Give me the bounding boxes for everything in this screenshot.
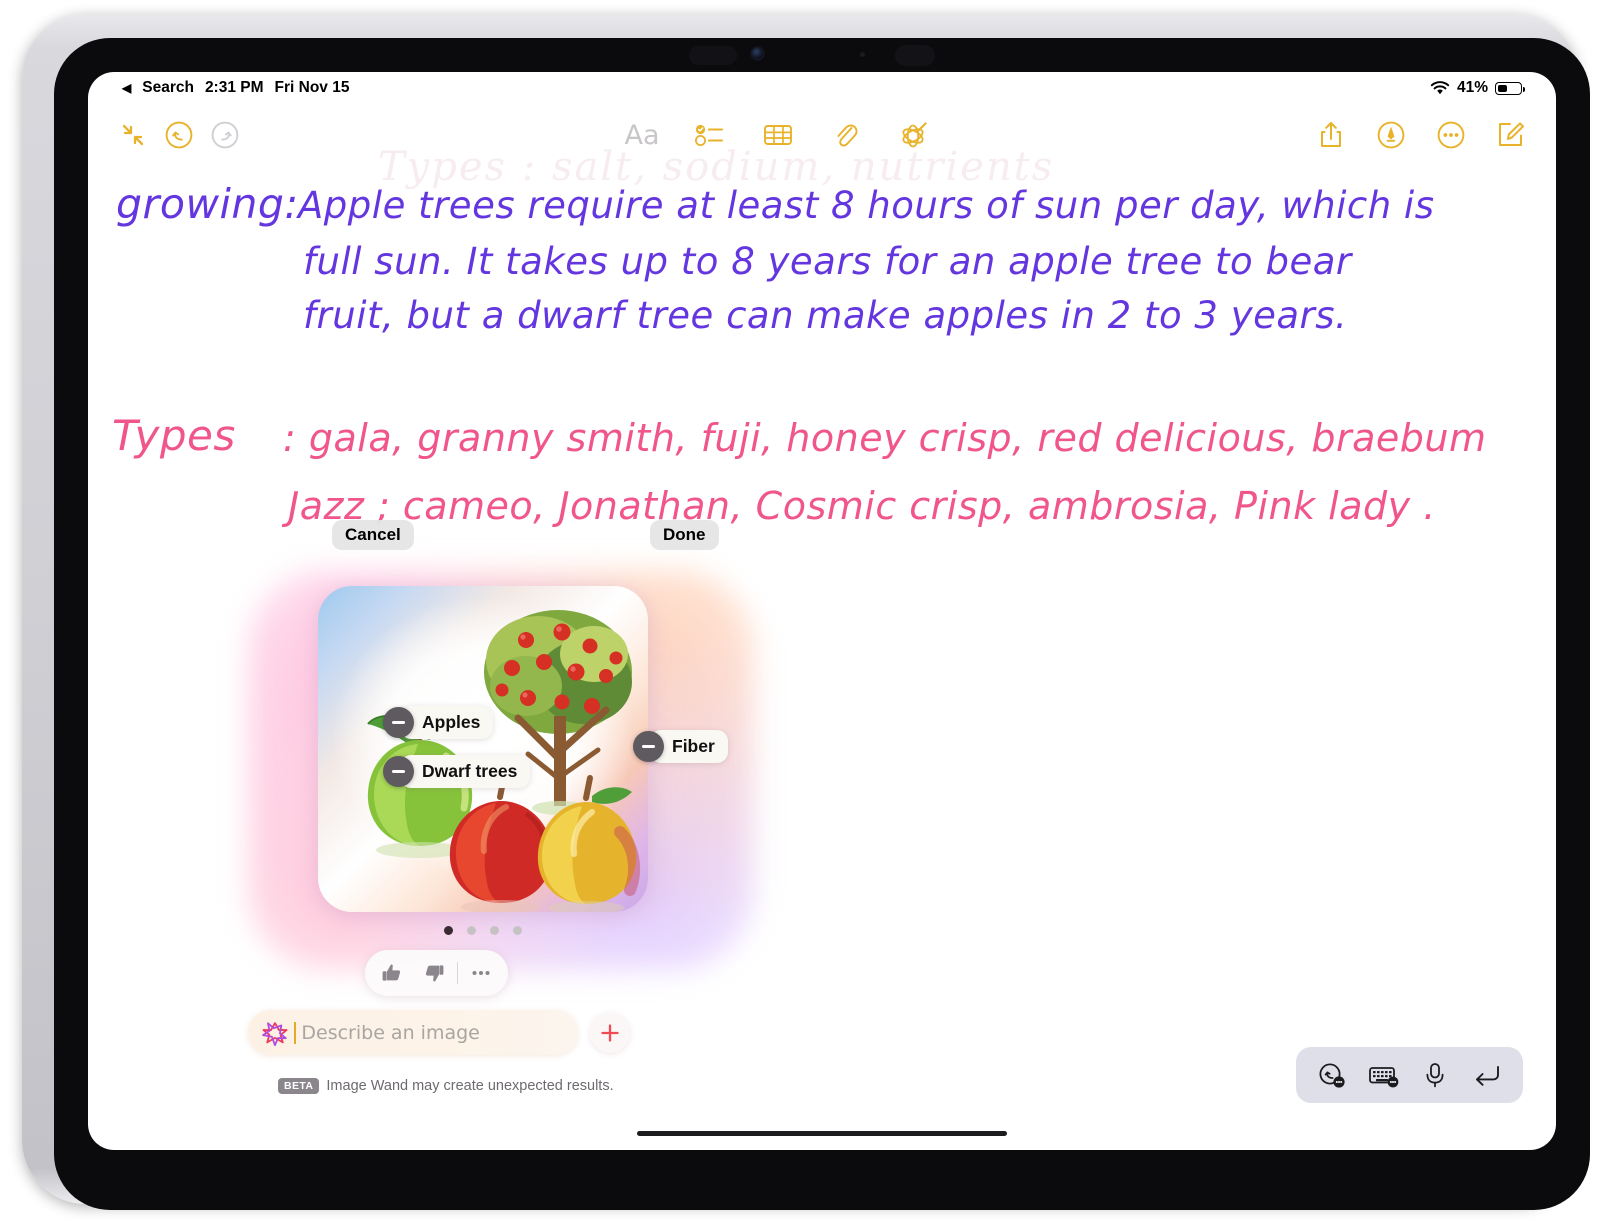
share-icon[interactable] [1308,112,1354,158]
back-caret-icon: ◀ [122,81,132,95]
add-button[interactable] [590,1012,630,1053]
toolbar-right-group [1308,112,1534,158]
page-dot[interactable] [513,926,522,935]
minus-circle-icon[interactable] [383,756,414,787]
tag-label: Apples [400,706,494,739]
ellipsis-icon[interactable] [1428,112,1474,158]
tag-chip-dwarf-trees[interactable]: Dwarf trees [383,755,531,788]
tag-label: Dwarf trees [400,755,531,788]
feedback-bar [365,950,508,996]
front-sensor-blur-right [895,45,935,66]
wifi-icon [1430,80,1450,94]
image-wand-icon[interactable] [891,112,937,158]
prompt-row: Describe an image [248,1010,630,1055]
minus-circle-icon[interactable] [633,731,664,762]
note-heading-types: Types [112,411,236,460]
status-time: 2:31 PM [204,79,264,96]
beta-disclaimer-text: Image Wand may create unexpected results… [326,1078,614,1094]
status-bar: ◀ Search 2:31 PM Fri Nov 15 41% [88,72,1556,104]
home-indicator[interactable] [637,1131,1007,1136]
table-icon[interactable] [755,112,801,158]
ambient-sensor-icon [860,52,865,57]
notes-toolbar: Aa [88,104,1556,166]
describe-image-placeholder: Describe an image [301,1021,480,1044]
note-line-growing-1: Apple trees require at least 8 hours of … [298,184,1435,227]
page-dot[interactable] [490,926,499,935]
describe-image-input[interactable]: Describe an image [248,1010,578,1055]
dismiss-return-icon[interactable] [1466,1054,1508,1096]
front-camera-icon [752,48,763,59]
handwriting-toolbar [1296,1047,1523,1103]
beta-badge: BETA [278,1078,320,1094]
cancel-button[interactable]: Cancel [332,520,414,550]
status-bar-left: ◀ Search 2:31 PM Fri Nov 15 [122,79,349,97]
image-wand-panel: Apples Dwarf trees Fiber Describe an ima… [248,570,754,1130]
page-dot[interactable] [467,926,476,935]
ipad-device-frame: ◀ Search 2:31 PM Fri Nov 15 41% Types : … [22,14,1590,1210]
keyboard-icon[interactable] [1363,1054,1405,1096]
status-bar-right: 41% [1430,79,1526,97]
ellipsis-icon[interactable] [460,952,502,994]
back-to-search-label[interactable]: Search [142,79,194,97]
tag-chip-apples[interactable]: Apples [383,706,494,739]
note-heading-growing: growing: [116,180,299,228]
page-dot[interactable] [444,926,453,935]
battery-percent-label: 41% [1456,79,1488,96]
text-caret [294,1021,297,1044]
collapse-arrows-icon[interactable] [110,112,156,158]
image-page-dots[interactable] [318,926,648,935]
generated-image-preview[interactable] [318,586,648,912]
markup-pen-icon[interactable] [1368,112,1414,158]
note-line-types-1: : gala, granny smith, fuji, honey crisp,… [283,416,1487,460]
handwriting-undo-icon[interactable] [1311,1054,1353,1096]
minus-circle-icon[interactable] [383,707,414,738]
plus-icon [601,1023,619,1042]
status-date: Fri Nov 15 [274,79,350,96]
yellow-apple-illustration [537,775,641,912]
undo-icon[interactable] [156,112,202,158]
note-line-types-2: Jazz ; cameo, Jonathan, Cosmic crisp, am… [288,484,1436,528]
text-format-button[interactable]: Aa [619,112,665,158]
feedback-divider [457,962,458,984]
tag-chip-fiber[interactable]: Fiber [633,730,728,763]
beta-disclaimer: BETA Image Wand may create unexpected re… [278,1078,614,1094]
toolbar-center-group: Aa [619,112,937,158]
battery-icon [1495,81,1526,95]
toolbar-left-group [110,112,248,158]
image-wand-sparkle-icon [262,1021,288,1046]
note-line-growing-2: full sun. It takes up to 8 years for an … [303,240,1352,283]
note-content-area[interactable]: growing: Apple trees require at least 8 … [88,166,1556,1150]
done-button[interactable]: Done [650,520,719,550]
paperclip-icon[interactable] [823,112,869,158]
compose-icon[interactable] [1488,112,1534,158]
thumbs-up-icon[interactable] [371,952,413,994]
microphone-icon[interactable] [1414,1054,1456,1096]
checklist-icon[interactable] [687,112,733,158]
front-sensor-blur-left [689,46,737,65]
ipad-screen: ◀ Search 2:31 PM Fri Nov 15 41% Types : … [88,72,1556,1150]
redo-icon[interactable] [202,112,248,158]
thumbs-down-icon[interactable] [413,952,455,994]
note-line-growing-3: fruit, but a dwarf tree can make apples … [303,294,1348,337]
battery-fill [1498,84,1507,92]
